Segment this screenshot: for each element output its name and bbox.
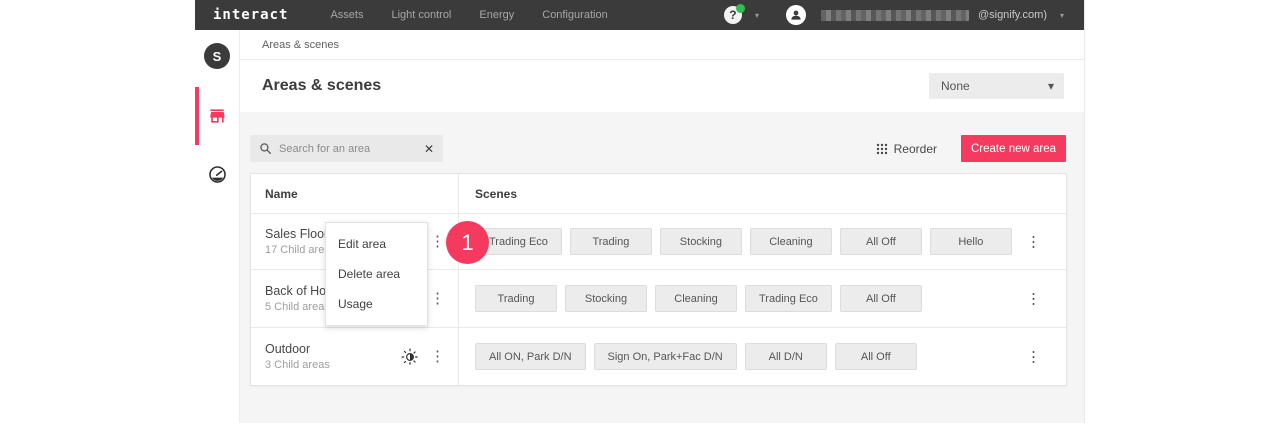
annotation-step-badge: 1: [446, 221, 489, 264]
area-context-menu: Edit area Delete area Usage: [325, 222, 428, 326]
clear-search-icon[interactable]: ✕: [424, 142, 434, 156]
scenes-kebab-menu-icon[interactable]: ⋮: [1023, 291, 1044, 306]
nav-item-configuration[interactable]: Configuration: [542, 9, 607, 21]
left-sidebar: S: [195, 30, 240, 423]
user-avatar[interactable]: [786, 5, 806, 25]
toolbar: ✕ Reorder Create new area: [240, 112, 1084, 173]
scene-chip[interactable]: All D/N: [745, 343, 827, 370]
search-icon: [259, 142, 272, 155]
column-header-scenes: Scenes: [475, 187, 517, 201]
scene-chip[interactable]: Cleaning: [750, 228, 832, 255]
table-header: Name Scenes: [251, 174, 1066, 214]
interact-logo: interact: [213, 7, 288, 23]
help-button[interactable]: ?: [724, 6, 742, 24]
redacted-user-name: [821, 10, 969, 21]
store-icon: [207, 106, 227, 126]
filter-dropdown-value: None: [941, 79, 970, 93]
daylight-brightness-icon: [401, 348, 419, 366]
top-navbar: interact Assets Light control Energy Con…: [195, 0, 1084, 30]
nav-item-assets[interactable]: Assets: [330, 9, 363, 21]
gauge-icon: [208, 165, 227, 184]
scene-chip[interactable]: All Off: [840, 228, 922, 255]
breadcrumb[interactable]: Areas & scenes: [262, 39, 339, 51]
create-new-area-button[interactable]: Create new area: [961, 135, 1066, 162]
scene-chip[interactable]: Stocking: [660, 228, 742, 255]
user-menu-chevron-icon[interactable]: ▾: [1060, 11, 1064, 20]
menu-item-delete-area[interactable]: Delete area: [326, 259, 427, 289]
scene-chip[interactable]: Trading Eco: [745, 285, 832, 312]
scene-chip[interactable]: Stocking: [565, 285, 647, 312]
menu-item-usage[interactable]: Usage: [326, 289, 427, 319]
reorder-button[interactable]: Reorder: [876, 142, 937, 156]
main-nav: Assets Light control Energy Configuratio…: [330, 9, 724, 21]
area-kebab-menu-icon[interactable]: ⋮: [427, 234, 448, 249]
scene-chip[interactable]: All ON, Park D/N: [475, 343, 586, 370]
chevron-down-icon[interactable]: ▾: [755, 11, 759, 20]
scene-chip[interactable]: Cleaning: [655, 285, 737, 312]
filter-dropdown[interactable]: None ▾: [929, 73, 1064, 99]
area-subtitle: 3 Child areas: [265, 359, 401, 371]
scene-chip[interactable]: All Off: [840, 285, 922, 312]
area-kebab-menu-icon[interactable]: ⋮: [427, 291, 448, 306]
nav-item-light-control[interactable]: Light control: [391, 9, 451, 21]
scene-chip[interactable]: All Off: [835, 343, 917, 370]
page-title: Areas & scenes: [262, 77, 381, 95]
reorder-grid-icon: [876, 143, 888, 155]
sidebar-item-areas[interactable]: [195, 87, 240, 145]
search-input[interactable]: [279, 143, 424, 155]
scenes-kebab-menu-icon[interactable]: ⋮: [1023, 234, 1044, 249]
scene-chip[interactable]: Sign On, Park+Fac D/N: [594, 343, 737, 370]
column-header-name: Name: [265, 187, 298, 201]
reorder-label: Reorder: [894, 142, 937, 156]
active-indicator: [195, 87, 199, 145]
status-green-dot: [736, 4, 745, 13]
page-header: Areas & scenes None ▾: [240, 60, 1084, 112]
search-box[interactable]: ✕: [250, 135, 443, 162]
app-window: interact Assets Light control Energy Con…: [195, 0, 1085, 423]
scene-chip[interactable]: Trading: [475, 285, 557, 312]
scene-chip[interactable]: Hello: [930, 228, 1012, 255]
area-name[interactable]: Outdoor: [265, 342, 401, 356]
site-avatar[interactable]: S: [204, 43, 230, 69]
breadcrumb-bar: Areas & scenes: [240, 30, 1084, 60]
menu-item-edit-area[interactable]: Edit area: [326, 229, 427, 259]
chevron-down-icon: ▾: [1048, 79, 1054, 93]
nav-item-energy[interactable]: Energy: [479, 9, 514, 21]
person-icon: [789, 8, 803, 22]
scene-chip[interactable]: Trading: [570, 228, 652, 255]
nav-right-cluster: ? ▾ @signify.com) ▾: [724, 5, 1070, 25]
user-email-suffix: @signify.com): [978, 9, 1047, 21]
sidebar-item-dashboard[interactable]: [195, 145, 240, 203]
table-row-outdoor: Outdoor 3 Child areas: [251, 328, 1066, 385]
area-kebab-menu-icon[interactable]: ⋮: [427, 349, 448, 364]
scenes-kebab-menu-icon[interactable]: ⋮: [1023, 349, 1044, 364]
